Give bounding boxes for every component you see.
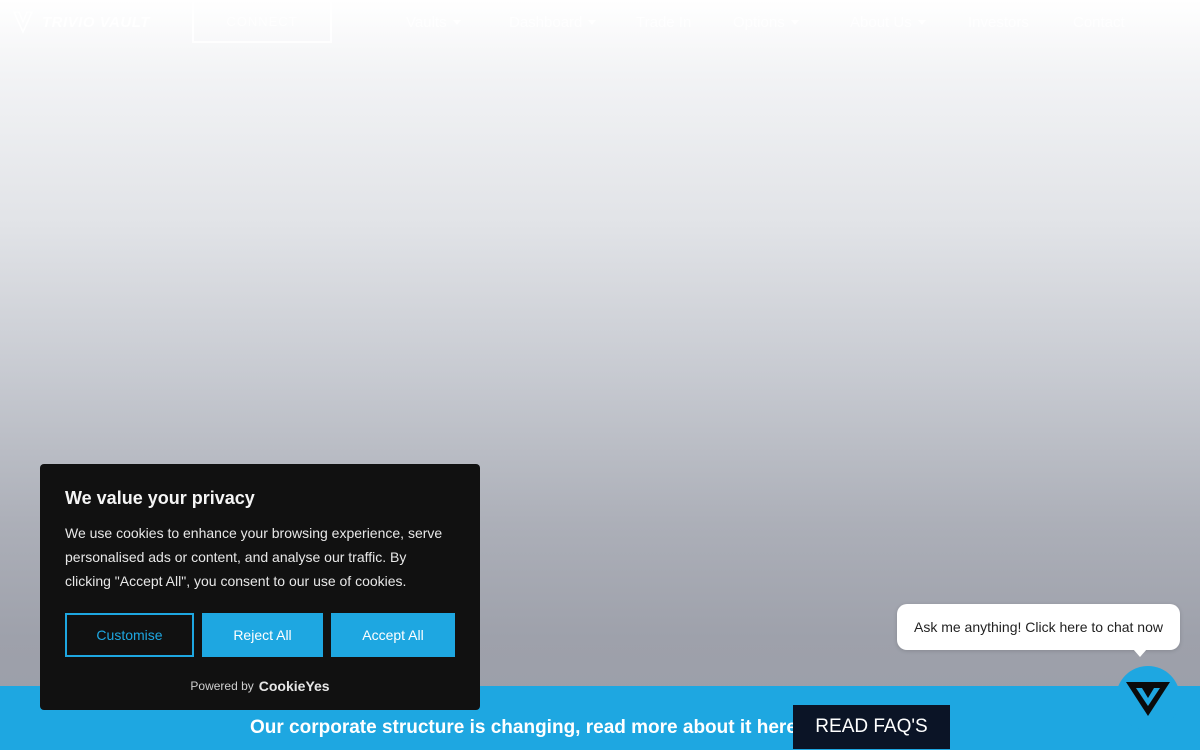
chevron-down-icon — [452, 20, 461, 25]
chevron-down-icon — [588, 20, 597, 25]
logo-text: TRIVIO VAULT — [42, 13, 150, 31]
powered-by-label: Powered by — [190, 679, 254, 693]
read-faqs-button[interactable]: READ FAQ'S — [793, 705, 950, 749]
nav-item-options[interactable]: Options — [733, 14, 799, 31]
announcement-text[interactable]: Our corporate structure is changing, rea… — [250, 717, 802, 739]
top-navigation: TRIVIO VAULT CONNECT Vaults Dashboard Tr… — [0, 0, 1200, 46]
nav-item-label: Options — [733, 14, 785, 31]
nav-item-dashboard[interactable]: Dashboard — [509, 14, 597, 31]
nav-item-label: Contact — [1073, 14, 1125, 31]
nav-item-vaults[interactable]: Vaults — [406, 14, 461, 31]
accept-all-button[interactable]: Accept All — [331, 613, 455, 657]
cookie-description: We use cookies to enhance your browsing … — [65, 525, 443, 589]
nav-item-label: Investors — [968, 14, 1029, 31]
chevron-down-icon — [917, 20, 926, 25]
customise-button[interactable]: Customise — [65, 613, 194, 657]
powered-by: Powered by CookieYes — [40, 678, 480, 694]
site-logo[interactable]: TRIVIO VAULT — [12, 10, 150, 34]
connect-button[interactable]: CONNECT — [192, 0, 332, 43]
chat-prompt-text: Ask me anything! Click here to chat now — [913, 619, 1163, 635]
logo-mark-icon — [12, 11, 34, 34]
cookieyes-logo[interactable]: CookieYes — [259, 678, 330, 694]
nav-item-label: About Us — [850, 14, 912, 31]
nav-item-about-us[interactable]: About Us — [850, 14, 926, 31]
reject-all-button[interactable]: Reject All — [202, 613, 323, 657]
chat-prompt-bubble[interactable]: Ask me anything! Click here to chat now — [897, 604, 1180, 657]
nav-item-trade-in[interactable]: Trade In — [636, 14, 691, 31]
chat-logo-icon — [1126, 682, 1170, 716]
nav-item-label: Dashboard — [509, 14, 583, 31]
cookie-consent-banner: We value your privacy We use cookies to … — [40, 464, 480, 710]
chevron-down-icon — [790, 20, 799, 25]
nav-item-label: Trade In — [636, 14, 692, 31]
cookie-title: We value your privacy — [65, 488, 255, 508]
chat-launcher-button[interactable] — [1116, 666, 1180, 730]
nav-item-contact[interactable]: Contact — [1073, 14, 1125, 31]
cookie-actions: Customise Reject All Accept All — [65, 613, 455, 657]
nav-item-label: Vaults — [406, 14, 447, 31]
nav-item-investors[interactable]: Investors — [968, 14, 1029, 31]
